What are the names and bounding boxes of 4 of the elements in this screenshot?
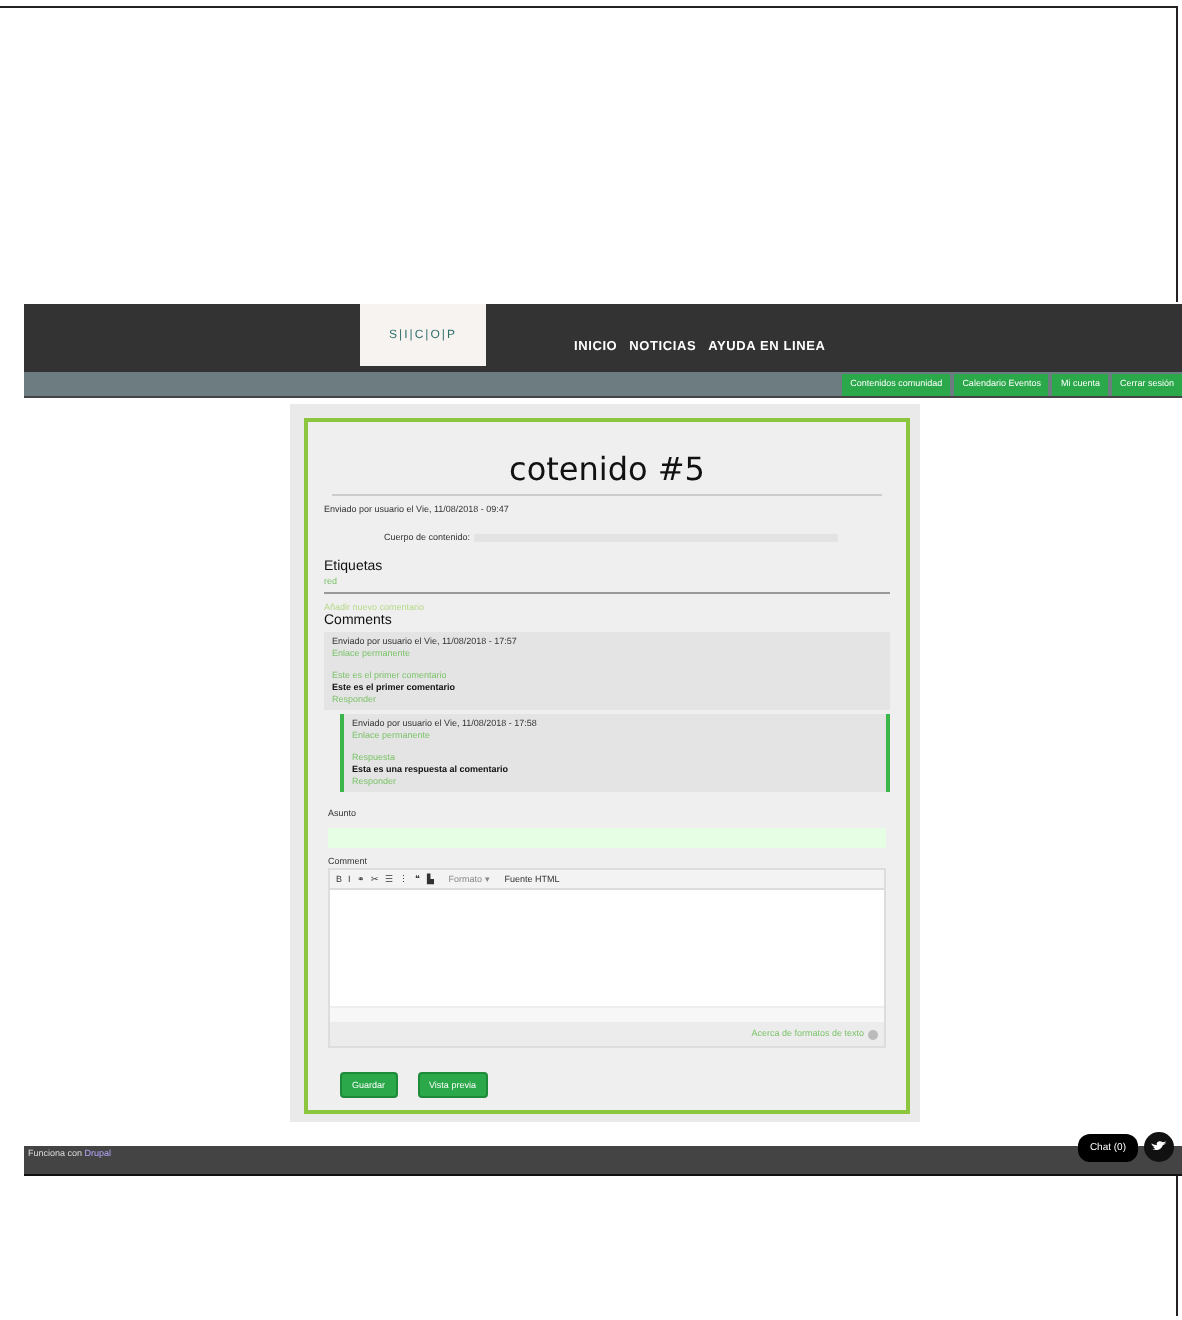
help-icon[interactable] [868,1029,878,1039]
comment-textarea[interactable] [330,890,884,1006]
page-title: cotenido #5 [509,450,705,488]
bird-icon[interactable] [1144,1132,1174,1162]
